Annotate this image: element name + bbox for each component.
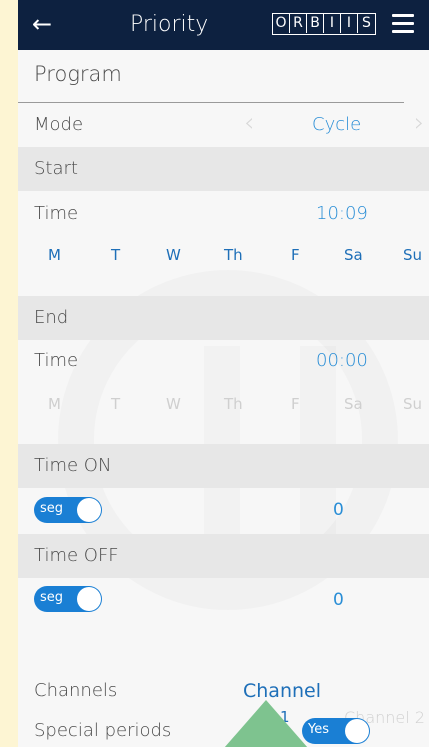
start-time-value[interactable]: 10:09 [316, 203, 368, 224]
logo-letter: R [290, 14, 307, 33]
toggle-knob [77, 498, 101, 522]
day-tuesday[interactable]: T [111, 395, 120, 413]
day-saturday[interactable]: Sa [344, 395, 363, 413]
time-off-heading: Time OFF [34, 545, 119, 566]
day-sunday[interactable]: Su [403, 246, 422, 264]
day-saturday[interactable]: Sa [344, 246, 363, 264]
mode-row: Mode ‹ Cycle › [18, 108, 429, 144]
back-arrow-icon[interactable]: ← [32, 9, 52, 39]
start-time-row: Time 10:09 [18, 203, 429, 231]
channel-selector[interactable]: Channel [243, 680, 321, 702]
mode-value[interactable]: Cycle [312, 114, 361, 135]
start-time-label: Time [34, 203, 79, 224]
logo-letter: S [362, 15, 371, 31]
day-sunday[interactable]: Su [403, 395, 422, 413]
day-monday[interactable]: M [48, 246, 61, 264]
day-tuesday[interactable]: T [111, 246, 120, 264]
mode-label: Mode [34, 114, 84, 135]
toggle-knob [77, 587, 101, 611]
end-section-header: End [18, 296, 429, 340]
start-section-header: Start [18, 147, 429, 191]
day-monday[interactable]: M [48, 395, 61, 413]
time-on-heading: Time ON [34, 455, 112, 476]
hamburger-menu-icon[interactable] [392, 14, 414, 34]
end-days-row: M T W Th F Sa Su [18, 395, 429, 417]
day-friday[interactable]: F [291, 246, 300, 264]
day-thursday[interactable]: Th [224, 395, 243, 413]
chevron-left-icon[interactable]: ‹ [244, 108, 254, 138]
toggle-label: seg [40, 501, 64, 516]
channels-label: Channels [34, 680, 118, 701]
app-screen: ← Priority O R B I I S Program Mode ‹ Cy… [18, 0, 429, 747]
day-thursday[interactable]: Th [224, 246, 243, 264]
annotation-arrow-icon [224, 700, 308, 747]
end-time-value[interactable]: 00:00 [316, 350, 368, 371]
time-off-unit-toggle[interactable]: seg [34, 586, 102, 612]
special-periods-toggle[interactable]: Yes [302, 718, 370, 744]
chevron-right-icon[interactable]: › [414, 108, 424, 138]
day-friday[interactable]: F [291, 395, 300, 413]
time-off-value[interactable]: 0 [333, 590, 344, 610]
logo-letter: O [273, 14, 290, 33]
toggle-label: Yes [308, 722, 329, 737]
orbis-logo: O R B I I S [272, 13, 376, 35]
logo-letter: B [307, 14, 324, 33]
time-off-section-header: Time OFF [18, 534, 429, 578]
time-on-value[interactable]: 0 [333, 500, 344, 520]
logo-letter: I [341, 14, 358, 33]
program-heading-row: Program [18, 62, 404, 103]
day-wednesday[interactable]: W [166, 246, 181, 264]
time-on-unit-toggle[interactable]: seg [34, 497, 102, 523]
time-on-section-header: Time ON [18, 444, 429, 488]
page-title: Priority [130, 12, 209, 37]
start-days-row: M T W Th F Sa Su [18, 246, 429, 268]
end-heading: End [34, 307, 69, 328]
top-bar: ← Priority O R B I I S [18, 0, 429, 50]
day-wednesday[interactable]: W [166, 395, 181, 413]
end-time-label: Time [34, 350, 79, 371]
logo-letter: I [324, 14, 341, 33]
start-heading: Start [34, 158, 78, 179]
program-heading: Program [34, 62, 122, 86]
special-periods-label: Special periods [34, 720, 172, 741]
toggle-label: seg [40, 590, 64, 605]
end-time-row: Time 00:00 [18, 350, 429, 378]
toggle-knob [345, 719, 369, 743]
